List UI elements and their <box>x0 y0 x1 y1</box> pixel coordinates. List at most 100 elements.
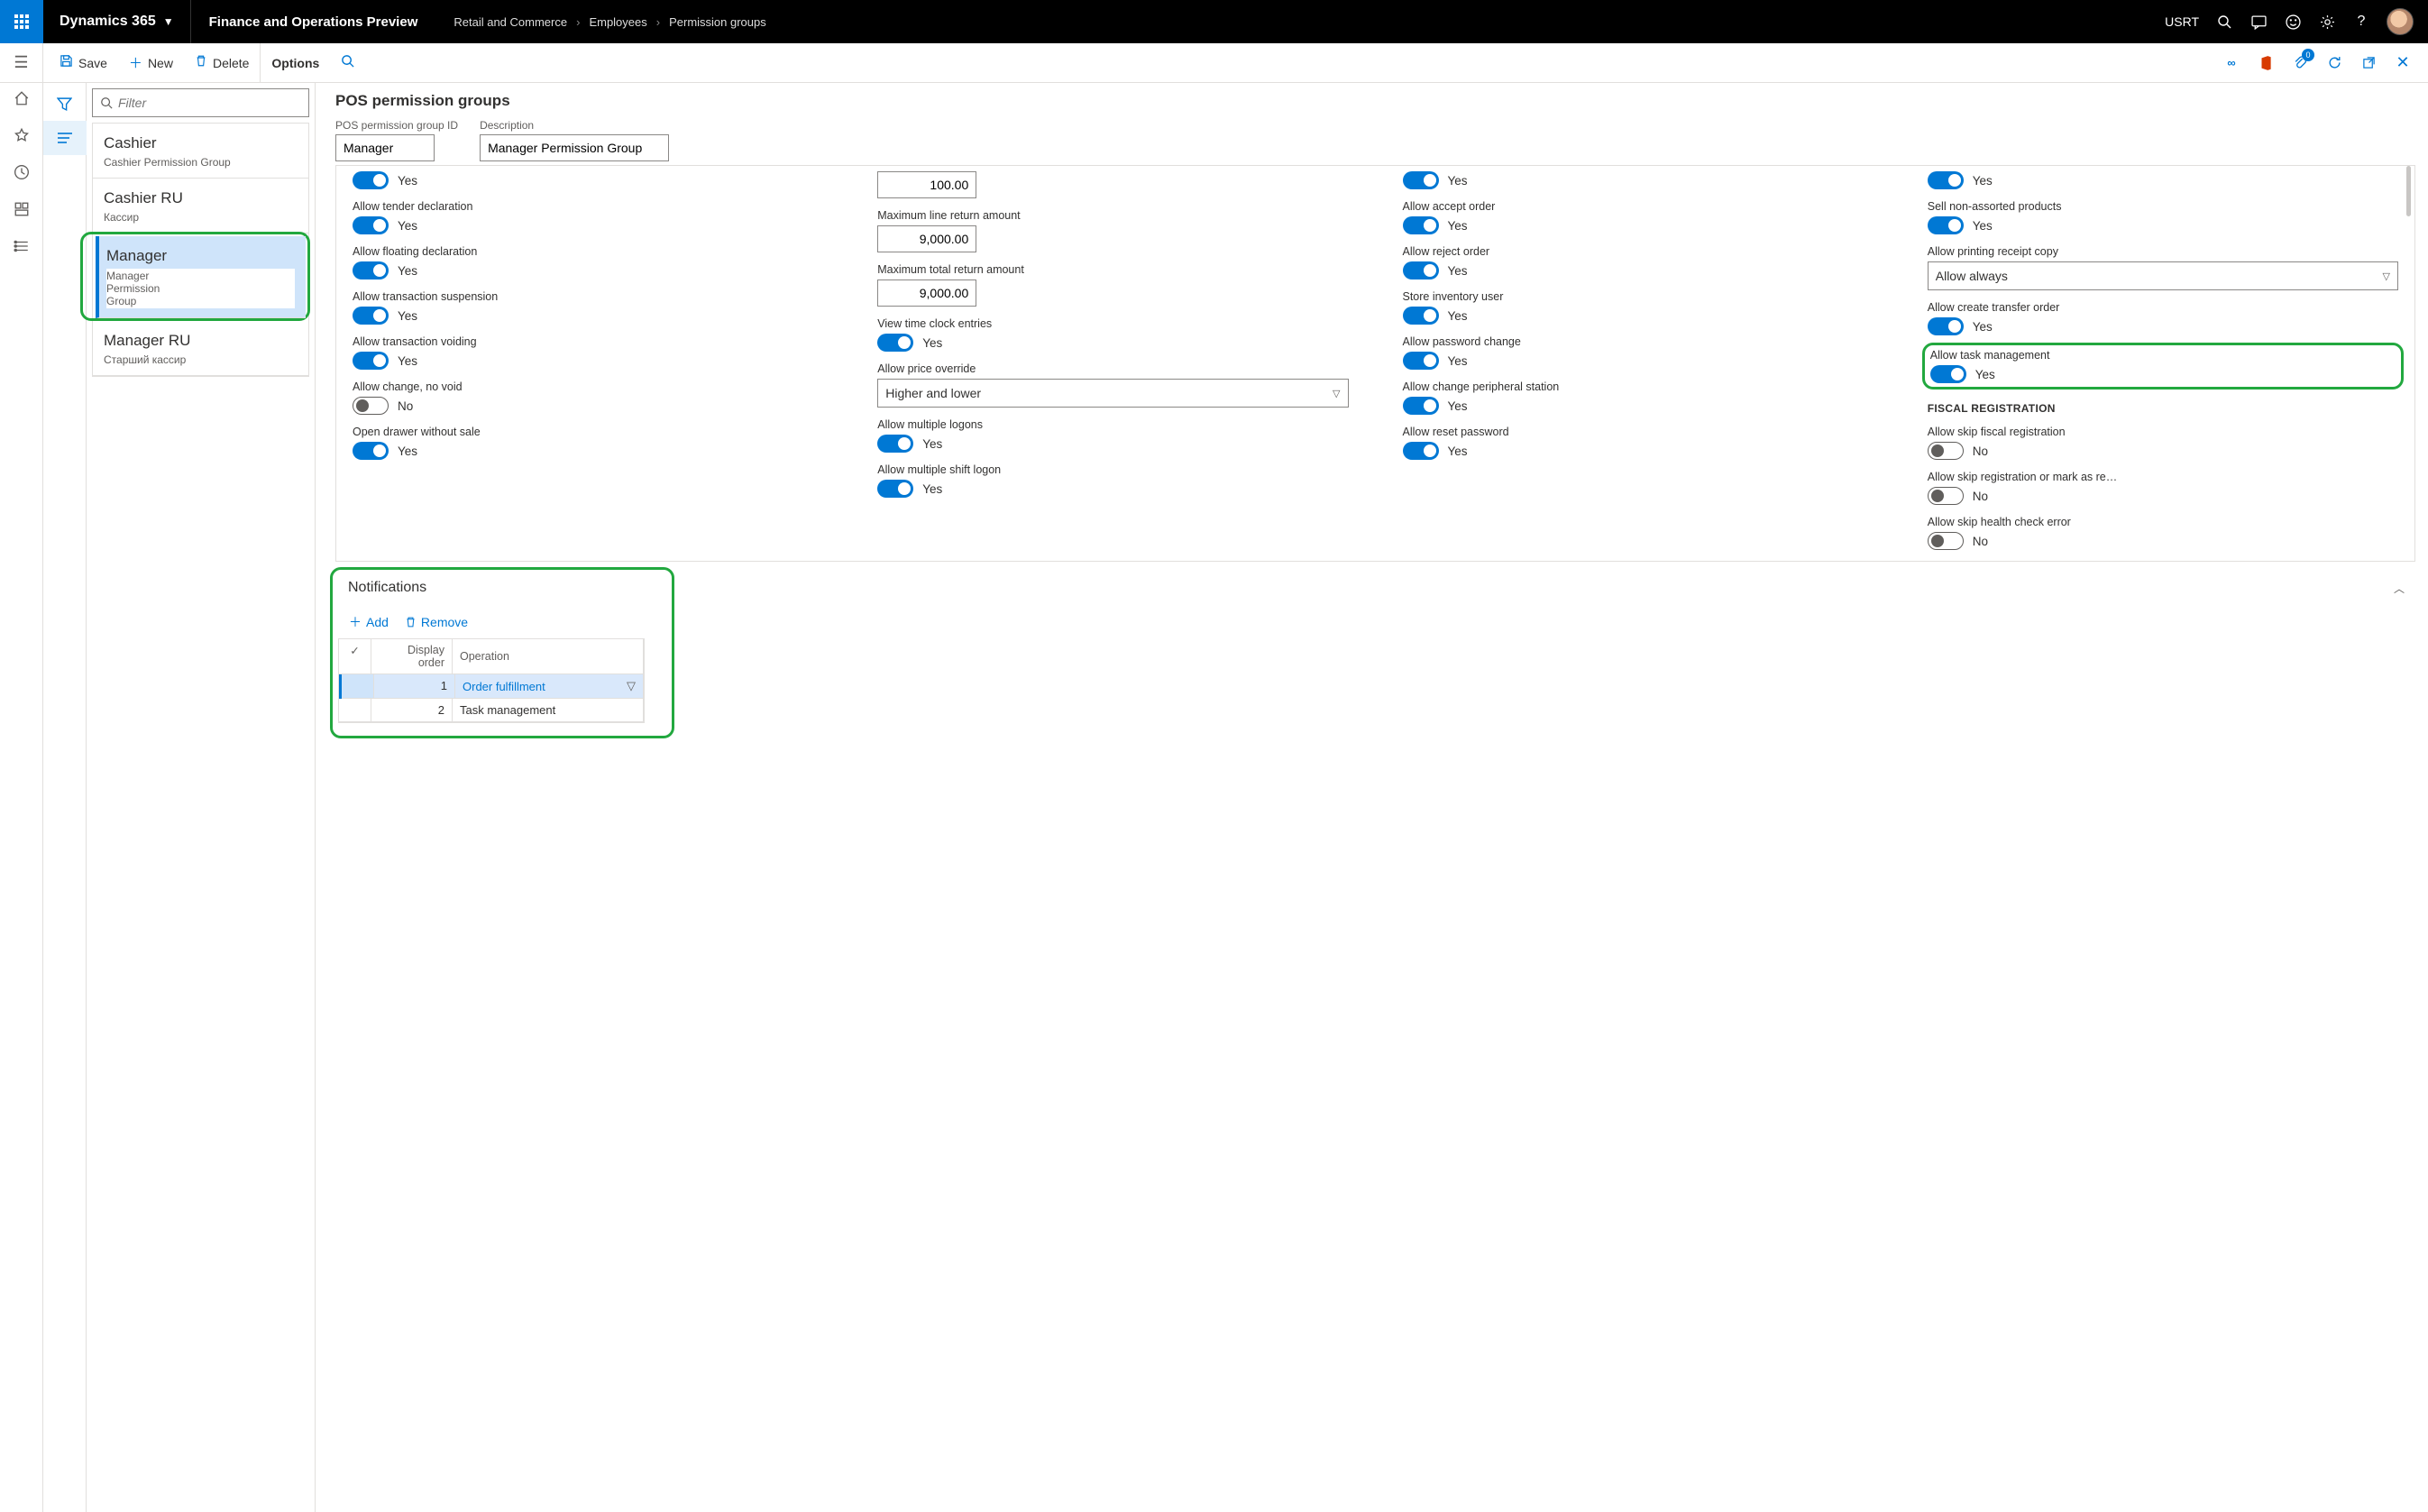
toggle-transfer-order[interactable]: Yes <box>1928 317 2398 335</box>
company-label[interactable]: USRT <box>2165 14 2199 29</box>
add-button[interactable]: ＋Add <box>349 613 389 631</box>
toggle-skip-fiscal[interactable]: No <box>1928 442 2398 460</box>
list-item[interactable]: Manager RU Старший кассир <box>93 321 308 376</box>
scrollbar-thumb[interactable] <box>2406 166 2411 216</box>
toggle-skip-health[interactable]: No <box>1928 532 2398 550</box>
trash-icon <box>195 54 207 71</box>
column-display-order[interactable]: Display order <box>371 639 453 674</box>
trash-icon <box>405 616 417 628</box>
attachments-icon[interactable]: 0 <box>2289 52 2311 74</box>
crumb-2[interactable]: Permission groups <box>669 15 766 29</box>
toggle-peripheral[interactable]: Yes <box>1403 397 1874 415</box>
smile-icon[interactable] <box>2284 13 2302 31</box>
filter-input[interactable] <box>118 96 301 110</box>
new-label: New <box>148 56 173 70</box>
toggle-open-drawer[interactable]: Yes <box>353 442 823 460</box>
recent-icon[interactable] <box>14 164 30 185</box>
help-icon[interactable]: ? <box>2352 13 2370 31</box>
home-icon[interactable] <box>14 90 30 111</box>
options-label: Options <box>271 56 319 70</box>
table-row[interactable]: 2 Task management <box>339 699 644 722</box>
toggle[interactable]: Yes <box>1403 171 1874 189</box>
list-item[interactable]: Cashier Cashier Permission Group <box>93 124 308 179</box>
save-icon <box>60 54 73 71</box>
connector-icon[interactable]: ∞ <box>2221 52 2242 74</box>
search-icon <box>341 54 354 71</box>
toggle-reject-order[interactable]: Yes <box>1403 261 1874 279</box>
brand-label: Dynamics 365 <box>60 14 156 30</box>
collapse-icon[interactable]: ︿ <box>2394 581 2414 596</box>
app-title: Finance and Operations Preview <box>190 0 436 43</box>
column-operation[interactable]: Operation <box>453 639 644 674</box>
toggle[interactable]: Yes <box>1928 171 2398 189</box>
plus-icon: ＋ <box>349 613 362 631</box>
toggle-change-novoid[interactable]: No <box>353 397 823 415</box>
options-button[interactable]: Options <box>260 43 330 82</box>
toggle-view-timeclock[interactable]: Yes <box>877 334 1348 352</box>
gear-icon[interactable] <box>2318 13 2336 31</box>
save-label: Save <box>78 56 107 70</box>
chevron-down-icon[interactable]: ▽ <box>627 679 636 693</box>
new-button[interactable]: ＋ New <box>118 43 184 82</box>
toggle-password-change[interactable]: Yes <box>1403 352 1874 370</box>
find-button[interactable] <box>330 43 365 82</box>
refresh-icon[interactable] <box>2323 52 2345 74</box>
group-id-label: POS permission group ID <box>335 119 458 132</box>
toggle-trans-void[interactable]: Yes <box>353 352 823 370</box>
badge-count: 0 <box>2302 49 2314 61</box>
list-item-sub: Manager Permission Group <box>106 269 295 308</box>
toggle-tender-decl[interactable]: Yes <box>353 216 823 234</box>
nav-hamburger[interactable]: ☰ <box>0 43 43 82</box>
avatar[interactable] <box>2387 8 2414 35</box>
crumb-0[interactable]: Retail and Commerce <box>454 15 567 29</box>
list-item-title: Cashier <box>104 134 298 152</box>
toggle-reset-password[interactable]: Yes <box>1403 442 1874 460</box>
toggle-floating-decl[interactable]: Yes <box>353 261 823 279</box>
num-input[interactable] <box>877 171 976 198</box>
delete-label: Delete <box>213 56 249 70</box>
toggle[interactable]: Yes <box>353 171 823 189</box>
desc-label: Description <box>480 119 669 132</box>
app-launcher[interactable] <box>0 0 43 43</box>
chevron-down-icon: ▽ <box>2383 270 2390 282</box>
favorites-icon[interactable] <box>14 127 30 148</box>
table-row[interactable]: 1 Order fulfillment▽ <box>339 674 644 699</box>
print-receipt-select[interactable]: Allow always▽ <box>1928 261 2398 290</box>
chevron-down-icon: ▽ <box>1333 388 1340 399</box>
chevron-down-icon: ▼ <box>163 15 174 28</box>
list-item[interactable]: Cashier RU Кассир <box>93 179 308 234</box>
workspaces-icon[interactable] <box>14 201 30 222</box>
toggle-store-inventory[interactable]: Yes <box>1403 307 1874 325</box>
delete-button[interactable]: Delete <box>184 43 260 82</box>
remove-button[interactable]: Remove <box>405 613 468 631</box>
select-all-header[interactable]: ✓ <box>339 639 371 674</box>
max-line-return-input[interactable] <box>877 225 976 252</box>
toggle-non-assorted[interactable]: Yes <box>1928 216 2398 234</box>
crumb-1[interactable]: Employees <box>589 15 646 29</box>
popout-icon[interactable] <box>2358 52 2379 74</box>
modules-icon[interactable] <box>14 238 30 259</box>
office-icon[interactable] <box>2255 52 2277 74</box>
max-total-return-input[interactable] <box>877 279 976 307</box>
list-view-button[interactable] <box>43 121 87 155</box>
price-override-select[interactable]: Higher and lower▽ <box>877 379 1348 408</box>
toggle-multi-shift-logon[interactable]: Yes <box>877 480 1348 498</box>
group-id-input[interactable] <box>335 134 435 161</box>
breadcrumb: Retail and Commerce › Employees › Permis… <box>435 15 783 29</box>
desc-input[interactable] <box>480 134 669 161</box>
search-icon[interactable] <box>2215 13 2233 31</box>
toggle-trans-suspend[interactable]: Yes <box>353 307 823 325</box>
toggle-skip-reg[interactable]: No <box>1928 487 2398 505</box>
toggle-task-management[interactable]: Yes <box>1930 365 2396 383</box>
page-title: POS permission groups <box>335 92 2415 110</box>
close-icon[interactable]: ✕ <box>2392 52 2414 74</box>
filter-button[interactable] <box>43 87 87 121</box>
brand-menu[interactable]: Dynamics 365 ▼ <box>43 14 190 30</box>
waffle-icon <box>14 14 29 29</box>
filter-input-wrap[interactable] <box>92 88 309 117</box>
list-item-selected[interactable]: Manager Manager Permission Group <box>96 236 306 318</box>
toggle-multi-logon[interactable]: Yes <box>877 435 1348 453</box>
message-icon[interactable] <box>2249 13 2268 31</box>
save-button[interactable]: Save <box>49 43 118 82</box>
toggle-accept-order[interactable]: Yes <box>1403 216 1874 234</box>
